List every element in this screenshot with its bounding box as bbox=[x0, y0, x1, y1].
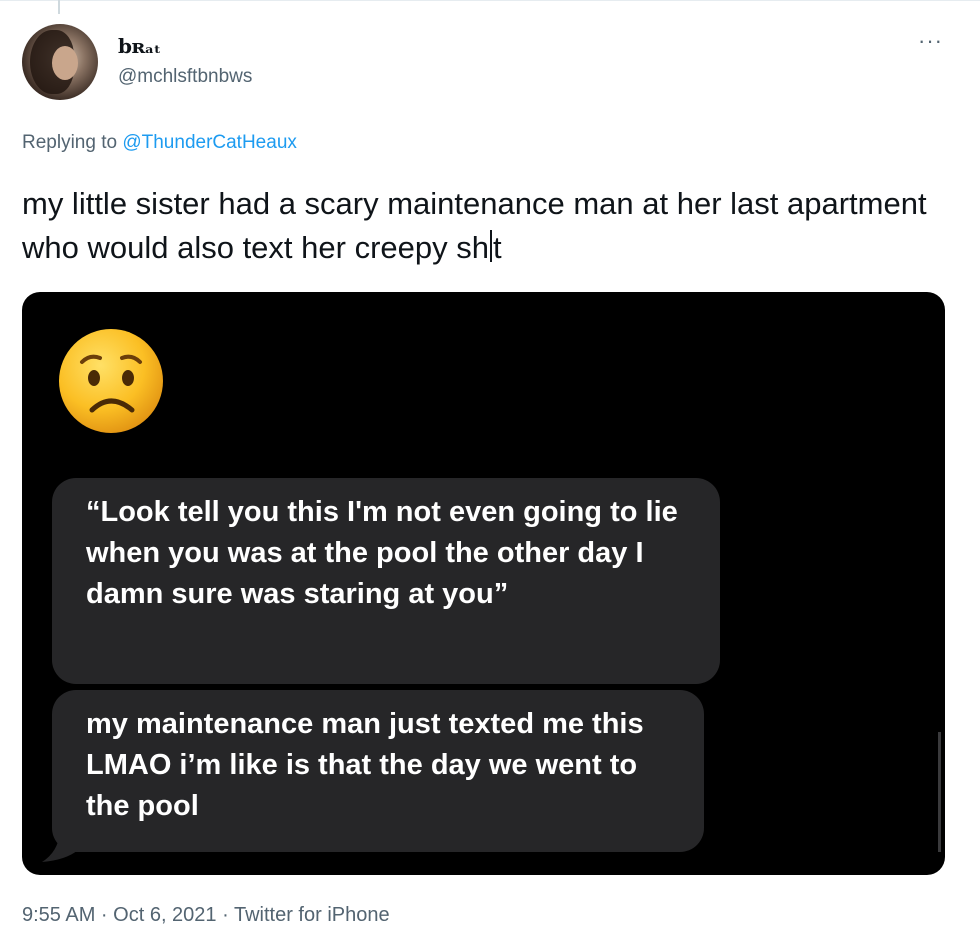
tweet-text: my little sister had a scary maintenance… bbox=[22, 182, 962, 270]
more-options-icon[interactable]: ··· bbox=[918, 30, 943, 52]
replying-to: Replying to @ThunderCatHeaux bbox=[22, 132, 297, 154]
replying-to-mention-link[interactable]: @ThunderCatHeaux bbox=[122, 132, 297, 153]
tweet-timestamp[interactable]: 9:55 AM · Oct 6, 2021 · Twitter for iPho… bbox=[22, 904, 390, 927]
worried-face-icon bbox=[59, 329, 163, 433]
message-bubble-caption: my maintenance man just texted me this L… bbox=[52, 690, 704, 852]
message-bubble-quote: “Look tell you this I'm not even going t… bbox=[52, 478, 720, 684]
tweet-text-part-1: my little sister had a scary maintenance… bbox=[22, 186, 927, 265]
message-bubble-tail bbox=[42, 832, 78, 862]
top-border bbox=[0, 0, 980, 1]
display-name[interactable]: bʀₐₜ bbox=[118, 34, 161, 58]
user-handle[interactable]: @mchlsftbnbws bbox=[118, 66, 252, 88]
avatar-face-shape bbox=[52, 46, 78, 80]
tweet-text-part-2: t bbox=[492, 230, 502, 265]
thread-connector-line bbox=[58, 0, 60, 14]
text-cursor-caret bbox=[489, 230, 492, 262]
avatar[interactable] bbox=[22, 24, 98, 100]
replying-to-label: Replying to bbox=[22, 132, 123, 153]
tweet-media-image[interactable]: “Look tell you this I'm not even going t… bbox=[22, 292, 945, 875]
screenshot-edge-shadow bbox=[938, 732, 941, 852]
